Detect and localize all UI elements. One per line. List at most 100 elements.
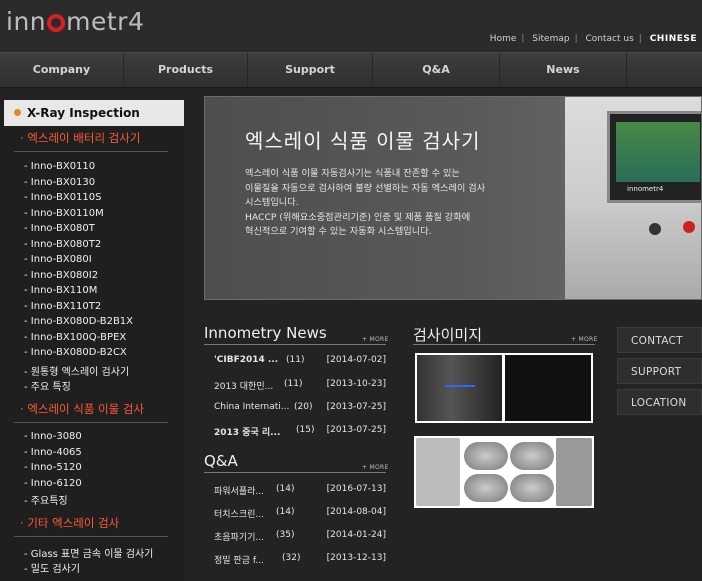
images-title: 검사이미지 xyxy=(413,326,483,344)
sidebar-item[interactable]: - Inno-BX0110M xyxy=(24,208,104,219)
news-title: Innometry News xyxy=(204,324,327,342)
divider xyxy=(14,536,168,537)
xray-panel xyxy=(417,355,502,421)
sidebar-item[interactable]: - Inno-BX110T2 xyxy=(24,301,101,312)
sidebar-item[interactable]: - 밀도 검사기 xyxy=(24,560,80,575)
qa-row-count: (14) xyxy=(276,484,295,494)
news-row-title: 2013 대한민... xyxy=(214,382,274,392)
divider xyxy=(14,151,168,152)
sidebar-item[interactable]: - Inno-BX0110 xyxy=(24,161,95,172)
util-link-chinese[interactable]: CHINESE xyxy=(650,34,697,44)
banner-desc-line: 엑스레이 식품 이물 자동검사기는 식품내 잔존할 수 있는 xyxy=(245,168,460,179)
util-sep: | xyxy=(638,34,642,44)
logo-o-mark xyxy=(47,14,66,32)
banner-desc-line: 시스템입니다. xyxy=(245,197,299,208)
sidebar-item[interactable]: - Inno-BX0130 xyxy=(24,177,95,188)
category-label: 기타 엑스레이 검사 xyxy=(27,516,120,530)
support-button[interactable]: SUPPORT xyxy=(617,358,702,384)
category-other[interactable]: · 기타 엑스레이 검사 xyxy=(20,515,119,531)
category-battery[interactable]: · 엑스레이 배터리 검사기 xyxy=(20,130,140,146)
util-links: Home | Sitemap | Contact us | CHINESE xyxy=(485,34,702,44)
sidebar-item[interactable]: - Inno-BX0110S xyxy=(24,192,102,203)
location-button[interactable]: LOCATION xyxy=(617,389,702,415)
sidebar-item[interactable]: - Inno-3080 xyxy=(24,431,82,442)
sidebar-item[interactable]: - Glass 표면 금속 이물 검사기 xyxy=(24,545,153,560)
qa-row-title: 초음파기기... xyxy=(214,533,264,543)
qa-row-count: (14) xyxy=(276,507,295,517)
banner-desc-line: 혁신적으로 기여할 수 있는 자동화 시스템입니다. xyxy=(245,226,432,237)
qa-row-title: 정밀 판금 f... xyxy=(214,556,264,566)
item-label: 원통형 엑스레이 검사기 xyxy=(30,366,130,378)
nav-company[interactable]: Company xyxy=(0,53,124,87)
xray-panel xyxy=(416,438,460,506)
item-label: Inno-BX080D-B2B1X xyxy=(30,316,134,327)
qa-title: Q&A xyxy=(204,452,238,470)
sidebar-item[interactable]: - 주요특징 xyxy=(24,492,68,507)
divider xyxy=(14,422,168,423)
news-row-title: 'CIBF2014 ... xyxy=(214,355,279,365)
item-label: Glass 표면 금속 이물 검사기 xyxy=(30,549,154,560)
bullet-icon xyxy=(14,109,21,116)
contact-us-button[interactable]: CONTACT US xyxy=(617,327,702,373)
inspection-image-2[interactable] xyxy=(414,436,594,508)
xray-machine-image: innometr4 xyxy=(565,97,701,299)
news-row-count: (15) xyxy=(296,425,315,435)
main-nav: Company Products Support Q&A News xyxy=(0,52,702,88)
xray-blob xyxy=(510,474,554,502)
util-link-home[interactable]: Home xyxy=(490,34,517,44)
util-link-contact[interactable]: Contact us xyxy=(586,34,634,44)
nav-news[interactable]: News xyxy=(500,53,627,87)
item-label: Inno-6120 xyxy=(30,477,82,489)
news-more-link[interactable]: + MORE xyxy=(362,336,389,343)
sidebar-item[interactable]: - Inno-5120 xyxy=(24,462,82,473)
qa-more-link[interactable]: + MORE xyxy=(362,464,389,471)
item-label: 주요특징 xyxy=(30,496,68,507)
logo[interactable]: inn metr4 xyxy=(6,7,144,36)
sidebar-item[interactable]: - 원통형 엑스레이 검사기 xyxy=(24,363,129,378)
item-label: Inno-BX080I2 xyxy=(30,269,99,281)
item-label: Inno-BX100Q-BPEX xyxy=(30,331,127,343)
category-label: 엑스레이 식품 이물 검사 xyxy=(27,402,145,416)
detect-marker xyxy=(445,385,475,387)
item-label: Inno-4065 xyxy=(30,446,82,458)
banner-desc-line: 이물질을 자동으로 검사하여 불량 선별하는 자동 엑스레이 검사 xyxy=(245,182,486,194)
emergency-stop-icon xyxy=(683,221,695,233)
sidebar-item[interactable]: - Inno-BX080T xyxy=(24,223,95,234)
item-label: Inno-BX080T2 xyxy=(30,238,102,250)
nav-support[interactable]: Support xyxy=(248,53,373,87)
sidebar-item[interactable]: - Inno-BX110M xyxy=(24,285,97,296)
item-label: Inno-BX0130 xyxy=(30,176,96,188)
sidebar-item[interactable]: - Inno-BX080D-B2B1X xyxy=(24,316,133,327)
divider xyxy=(413,344,595,345)
item-label: 밀도 검사기 xyxy=(30,564,80,575)
inspection-image-1[interactable] xyxy=(415,353,593,423)
images-more-link[interactable]: + MORE xyxy=(571,336,598,343)
sidebar-item[interactable]: - Inno-BX100Q-BPEX xyxy=(24,332,126,343)
sidebar-item[interactable]: - Inno-BX080I2 xyxy=(24,270,98,281)
qa-row-date: [2013-12-13] xyxy=(326,553,386,563)
machine-panel xyxy=(565,207,701,299)
item-label: Inno-BX0110S xyxy=(30,192,102,203)
header: inn metr4 Home | Sitemap | Contact us | CHIN… xyxy=(0,0,702,52)
sidebar-item[interactable]: - Inno-6120 xyxy=(24,478,82,489)
nav-products[interactable]: Products xyxy=(124,53,248,87)
item-label: Inno-3080 xyxy=(30,431,82,442)
xray-blob xyxy=(464,442,508,470)
sidebar-item[interactable]: - 주요 특징 xyxy=(24,378,71,393)
divider xyxy=(204,472,386,473)
sidebar-title[interactable]: X-Ray Inspection xyxy=(4,100,184,126)
item-label: Inno-BX110T2 xyxy=(30,300,102,312)
nav-qa[interactable]: Q&A xyxy=(373,53,500,87)
xray-blob xyxy=(510,442,554,470)
news-row-date: [2013-10-23] xyxy=(326,379,386,389)
util-link-sitemap[interactable]: Sitemap xyxy=(532,34,569,44)
category-food[interactable]: · 엑스레이 식품 이물 검사 xyxy=(20,401,144,417)
category-label: 엑스레이 배터리 검사기 xyxy=(27,131,141,145)
sidebar-item[interactable]: - Inno-BX080I xyxy=(24,254,92,265)
sidebar: X-Ray Inspection · 엑스레이 배터리 검사기 - Inno-B… xyxy=(0,100,184,581)
sidebar-item[interactable]: - Inno-4065 xyxy=(24,447,82,458)
item-label: Inno-BX080T xyxy=(30,223,95,234)
news-row-date: [2014-07-02] xyxy=(326,355,386,365)
sidebar-item[interactable]: - Inno-BX080T2 xyxy=(24,239,101,250)
sidebar-item[interactable]: - Inno-BX080D-B2CX xyxy=(24,347,127,358)
